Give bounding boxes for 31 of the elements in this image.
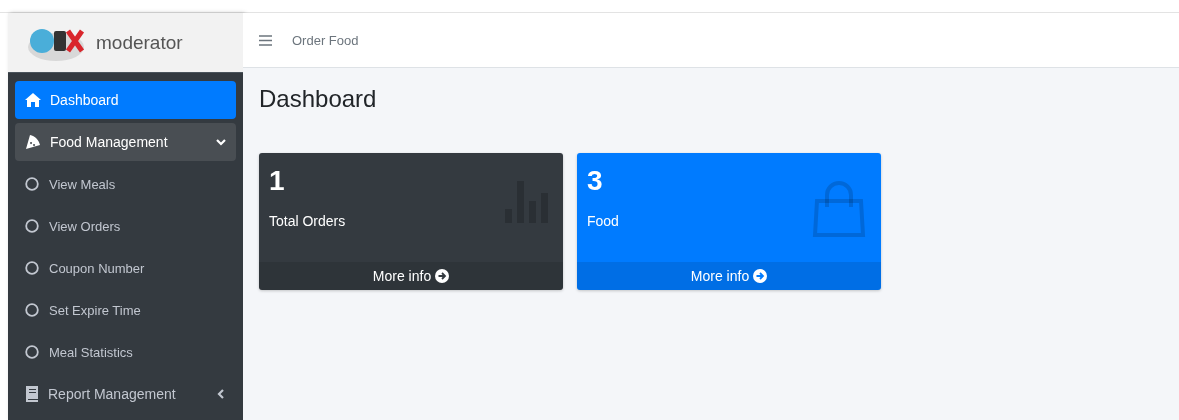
nav-link[interactable]: Order Food — [292, 32, 359, 48]
nav-item[interactable]: Dashboard — [15, 81, 236, 119]
circle-icon — [25, 177, 39, 191]
stat-value: 3 — [587, 165, 603, 197]
stat-label: Food — [587, 213, 619, 229]
nav-item[interactable]: Food Management — [15, 123, 236, 161]
nav-subitem[interactable]: Meal Statistics — [15, 333, 236, 371]
nav-subitem[interactable]: Set Expire Time — [15, 291, 236, 329]
shopping-bag-icon — [811, 181, 867, 237]
menu-icon[interactable] — [259, 34, 272, 46]
nav-item[interactable]: Report Management — [15, 375, 236, 413]
circle-icon — [25, 303, 39, 317]
stat-value: 1 — [269, 165, 285, 197]
more-info-link[interactable]: More info — [690, 268, 768, 284]
nav-subitem[interactable]: Coupon Number — [15, 249, 236, 287]
arrow-circle-icon — [753, 269, 768, 283]
page-title: Dashboard — [259, 85, 378, 113]
circle-icon — [25, 219, 39, 233]
nav-subitem[interactable]: View Orders — [15, 207, 236, 245]
chevron-left-icon — [216, 389, 226, 399]
book-icon — [25, 386, 39, 402]
pizza-slice-icon — [25, 134, 41, 150]
circle-icon — [25, 261, 39, 275]
nav-subitem[interactable]: View Meals — [15, 165, 236, 203]
more-info-link[interactable]: More info — [372, 268, 450, 284]
circle-icon — [25, 345, 39, 359]
home-icon — [25, 93, 41, 107]
stat-label: Total Orders — [269, 213, 346, 229]
brand-name: moderator — [96, 31, 183, 54]
chevron-down-icon — [216, 137, 226, 147]
arrow-circle-icon — [435, 269, 450, 283]
